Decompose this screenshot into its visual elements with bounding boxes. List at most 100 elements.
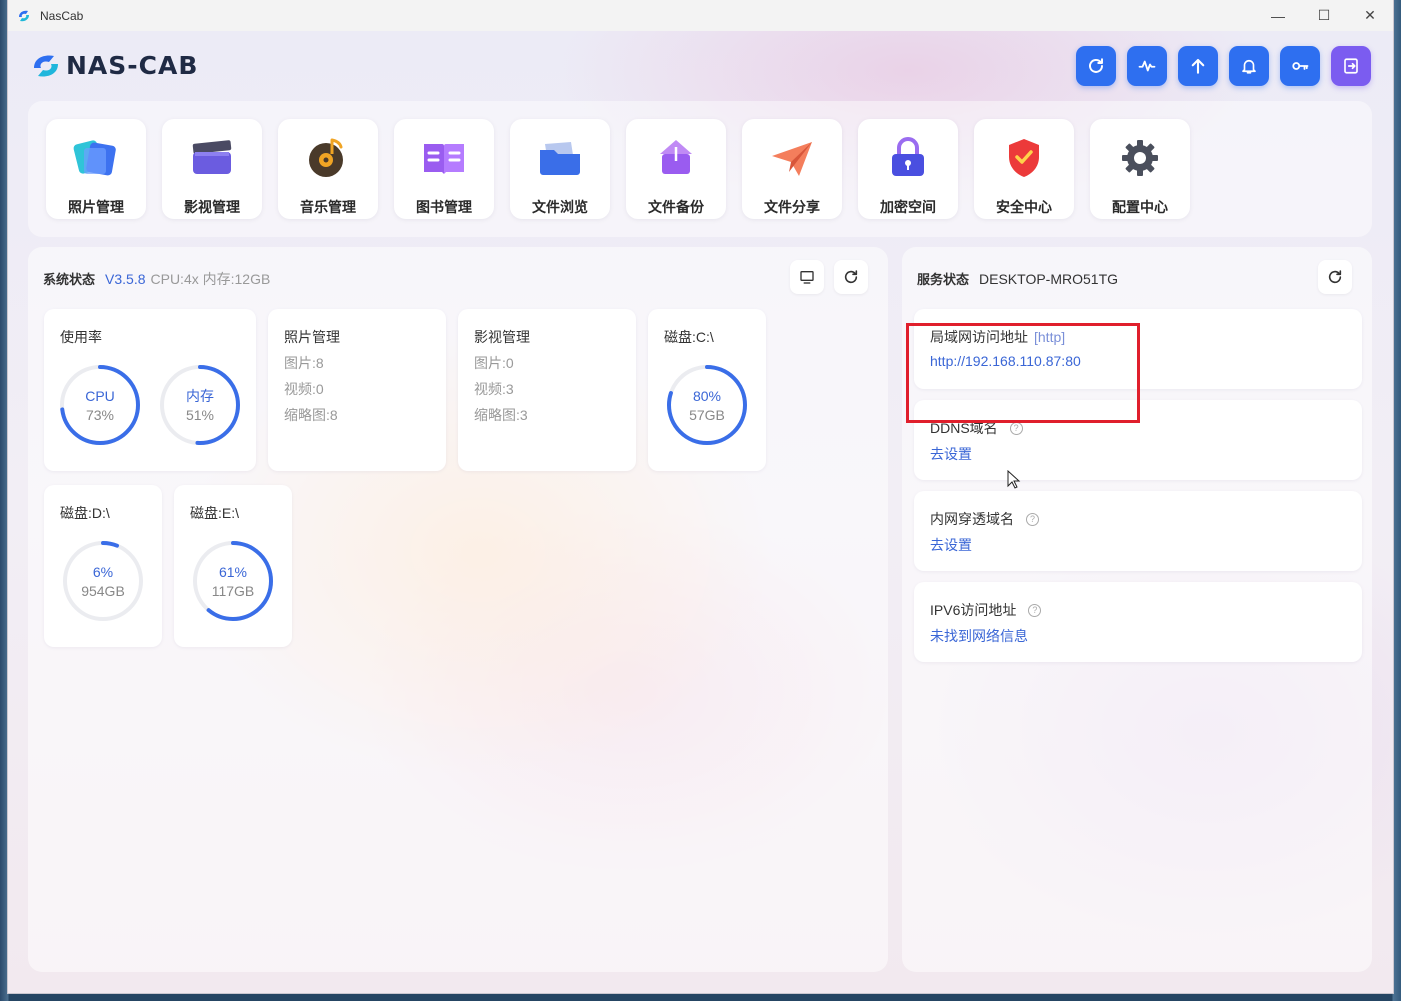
photos-thumbnails: 缩略图:8 bbox=[284, 407, 338, 423]
photos-videos: 视频:0 bbox=[284, 381, 324, 397]
ipv6-title-row: IPV6访问地址 ? bbox=[930, 600, 1042, 620]
nascab-logo-icon bbox=[34, 55, 58, 76]
key-icon bbox=[1292, 62, 1309, 70]
service-refresh-button[interactable] bbox=[1318, 260, 1352, 294]
logout-button[interactable] bbox=[1331, 46, 1371, 86]
app-label: 影视管理 bbox=[184, 199, 240, 215]
disk-e-ring-label: 61% 117GB bbox=[193, 563, 273, 601]
title-bar: NasCab — ☐ ✕ bbox=[8, 0, 1393, 31]
disk-e-size: 117GB bbox=[211, 583, 255, 599]
app-tile-vault[interactable]: 加密空间 bbox=[858, 119, 958, 219]
app-tile-backup[interactable]: 文件备份 bbox=[626, 119, 726, 219]
videos-stats-card: 影视管理 图片:0 视频:3 缩略图:3 bbox=[458, 309, 636, 471]
photos-stats-card: 照片管理 图片:8 视频:0 缩略图:8 bbox=[268, 309, 446, 471]
disk-e-title: 磁盘:E:\ bbox=[190, 505, 240, 521]
ipv6-status-link[interactable]: 未找到网络信息 bbox=[930, 626, 1028, 646]
app-tile-music[interactable]: 音乐管理 bbox=[278, 119, 378, 219]
folder-icon bbox=[540, 142, 580, 175]
app-label: 音乐管理 bbox=[300, 199, 356, 215]
key-button[interactable] bbox=[1280, 46, 1320, 86]
disk-c-ring-label: 80% 57GB bbox=[667, 387, 747, 425]
app-tile-settings[interactable]: 配置中心 bbox=[1090, 119, 1190, 219]
refresh-icon bbox=[1089, 58, 1103, 73]
refresh-icon bbox=[844, 270, 858, 284]
version-label: V3.5.8 bbox=[105, 271, 146, 287]
app-label: 图书管理 bbox=[416, 199, 472, 215]
upload-button[interactable] bbox=[1178, 46, 1218, 86]
app-label: 文件备份 bbox=[648, 199, 704, 215]
bell-icon bbox=[1242, 59, 1256, 74]
app-tile-video[interactable]: 影视管理 bbox=[162, 119, 262, 219]
app-tile-share[interactable]: 文件分享 bbox=[742, 119, 842, 219]
system-status-title: 系统状态 bbox=[43, 272, 96, 287]
app-tile-security[interactable]: 安全中心 bbox=[974, 119, 1074, 219]
mouse-cursor-icon bbox=[1007, 470, 1021, 489]
app-tile-books[interactable]: 图书管理 bbox=[394, 119, 494, 219]
minimize-button[interactable]: — bbox=[1255, 0, 1301, 31]
videos-thumbnails: 缩略图:3 bbox=[474, 407, 528, 423]
activity-icon bbox=[1138, 60, 1156, 72]
usage-card: 使用率 CPU 73% 内存 51% bbox=[44, 309, 256, 471]
logo-text: NAS-CAB bbox=[66, 51, 199, 80]
help-icon[interactable]: ? bbox=[1009, 421, 1023, 435]
lock-icon bbox=[892, 137, 924, 176]
system-refresh-button[interactable] bbox=[834, 260, 868, 294]
backup-icon bbox=[660, 140, 692, 174]
nascab-logo: NAS-CAB bbox=[30, 51, 198, 80]
app-window: NasCab — ☐ ✕ NAS-CAB 照片管理 影视管理 音乐管理 图书管理… bbox=[8, 0, 1393, 993]
notification-button[interactable] bbox=[1229, 46, 1269, 86]
apps-panel: 照片管理 影视管理 音乐管理 图书管理 文件浏览 文件备份 文件分享 加密空间 … bbox=[28, 101, 1372, 237]
disk-d-percent: 6% bbox=[92, 564, 114, 580]
tunnel-card: 内网穿透域名 ? 去设置 bbox=[914, 491, 1362, 571]
book-icon bbox=[424, 144, 464, 174]
window-title: NasCab bbox=[40, 8, 84, 23]
ipv6-title: IPV6访问地址 bbox=[930, 602, 1017, 618]
cpu-ring-label: CPU 73% bbox=[60, 387, 140, 425]
videos-videos: 视频:3 bbox=[474, 381, 514, 397]
system-meta: CPU:4x 内存:12GB bbox=[150, 271, 271, 287]
usage-title: 使用率 bbox=[60, 329, 102, 345]
tunnel-title: 内网穿透域名 bbox=[930, 511, 1014, 527]
app-label: 文件浏览 bbox=[532, 199, 588, 215]
gear-icon bbox=[1122, 140, 1158, 176]
main-content: NAS-CAB 照片管理 影视管理 音乐管理 图书管理 文件浏览 文件备份 文件… bbox=[8, 31, 1393, 993]
top-toolbar bbox=[1076, 46, 1371, 86]
memory-label: 内存 bbox=[186, 388, 214, 404]
memory-value: 51% bbox=[185, 407, 215, 423]
photos-images: 图片:8 bbox=[284, 355, 324, 371]
tunnel-setup-link[interactable]: 去设置 bbox=[930, 535, 972, 555]
system-status-panel: 系统状态 V3.5.8 CPU:4x 内存:12GB 使用率 CPU 73% 内… bbox=[28, 247, 888, 972]
music-icon bbox=[309, 138, 343, 177]
app-logo-icon bbox=[19, 10, 29, 21]
disk-c-size: 57GB bbox=[689, 407, 725, 423]
disk-e-card: 磁盘:E:\ 61% 117GB bbox=[174, 485, 292, 647]
ddns-setup-link[interactable]: 去设置 bbox=[930, 444, 972, 464]
disk-c-title: 磁盘:C:\ bbox=[664, 329, 714, 345]
refresh-button[interactable] bbox=[1076, 46, 1116, 86]
maximize-button[interactable]: ☐ bbox=[1301, 0, 1347, 31]
monitor-icon bbox=[800, 271, 814, 284]
service-status-header: 服务状态 DESKTOP-MRO51TG bbox=[917, 269, 1118, 288]
app-tile-files[interactable]: 文件浏览 bbox=[510, 119, 610, 219]
app-tile-photos[interactable]: 照片管理 bbox=[46, 119, 146, 219]
logout-icon bbox=[1344, 58, 1358, 74]
videos-stats-title: 影视管理 bbox=[474, 329, 530, 345]
app-label: 加密空间 bbox=[880, 199, 936, 215]
refresh-icon bbox=[1328, 270, 1342, 284]
service-status-title: 服务状态 bbox=[917, 272, 970, 287]
system-status-header: 系统状态 V3.5.8 CPU:4x 内存:12GB bbox=[43, 269, 270, 289]
disk-d-size: 954GB bbox=[81, 583, 125, 599]
disk-d-card: 磁盘:D:\ 6% 954GB bbox=[44, 485, 162, 647]
help-icon[interactable]: ? bbox=[1026, 512, 1039, 526]
disk-c-percent: 80% bbox=[692, 388, 722, 404]
app-label: 文件分享 bbox=[764, 199, 820, 215]
activity-button[interactable] bbox=[1127, 46, 1167, 86]
memory-ring-label: 内存 51% bbox=[160, 387, 240, 425]
video-icon bbox=[192, 140, 232, 174]
help-icon[interactable]: ? bbox=[1028, 603, 1042, 617]
monitor-button[interactable] bbox=[790, 260, 824, 294]
photos-stats-title: 照片管理 bbox=[284, 329, 340, 345]
disk-c-card: 磁盘:C:\ 80% 57GB bbox=[648, 309, 766, 471]
close-button[interactable]: ✕ bbox=[1347, 0, 1393, 31]
app-label: 配置中心 bbox=[1112, 199, 1168, 215]
